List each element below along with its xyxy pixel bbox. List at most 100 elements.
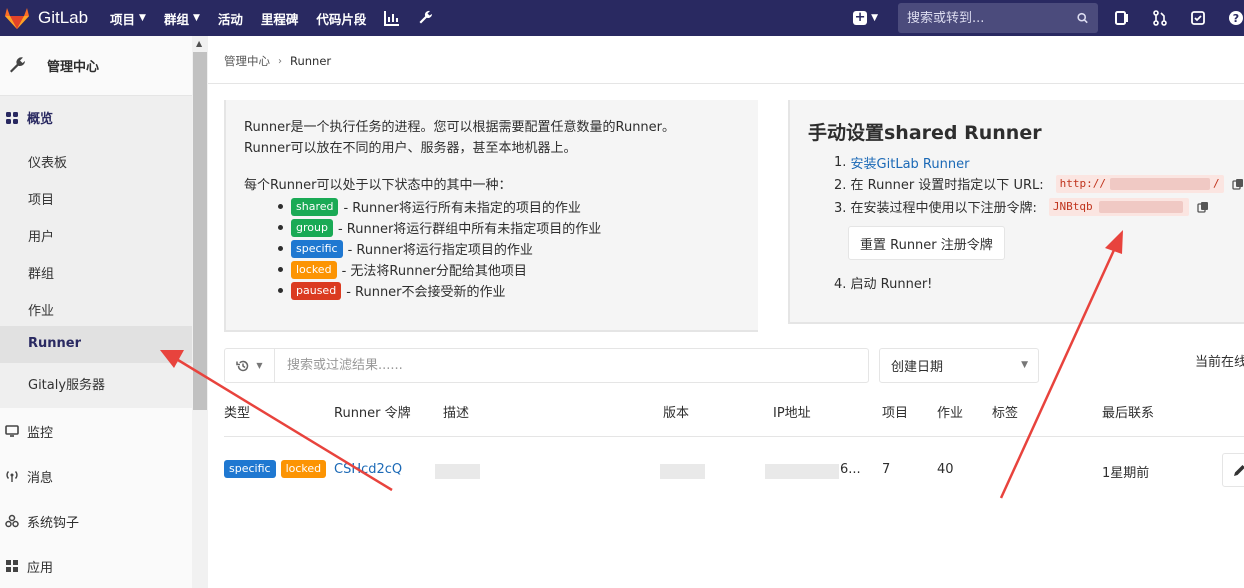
info-line-3: 每个Runner可以处于以下状态中的其中一种： <box>244 178 512 193</box>
setup-step-1: 1. 安装GitLab Runner <box>834 153 970 172</box>
setup-step-4: 4. 启动 Runner! <box>834 277 933 292</box>
nav-milestones[interactable]: 里程碑 <box>261 9 299 28</box>
registration-url[interactable]: http:// / <box>1055 174 1224 193</box>
history-icon <box>236 360 249 371</box>
todo-check-icon[interactable] <box>1190 10 1206 26</box>
tanuki-icon <box>5 8 29 29</box>
runner-ip-suffix: 6... <box>840 462 861 477</box>
list-item: locked - 无法将Runner分配给其他项目 <box>278 259 601 280</box>
chevron-down-icon: ▼ <box>256 361 263 370</box>
copy-icon[interactable] <box>1197 201 1209 213</box>
online-count-label: 当前在线 <box>1195 355 1244 370</box>
bullet <box>278 288 283 293</box>
scroll-up-icon[interactable]: ▲ <box>196 39 202 48</box>
breadcrumb: 管理中心 › Runner <box>224 53 331 69</box>
column-header-token: Runner 令牌 <box>334 406 411 421</box>
sidebar-active-highlight: Runner <box>0 326 192 363</box>
column-header-jobs: 作业 <box>937 406 964 421</box>
sidebar-item-dashboard[interactable]: 仪表板 <box>28 152 67 171</box>
bullet <box>278 267 283 272</box>
grid-icon <box>6 111 18 124</box>
redacted-ip <box>765 464 839 479</box>
bullet <box>278 246 283 251</box>
column-header-ip: IP地址 <box>773 406 811 421</box>
install-runner-link[interactable]: 安装GitLab Runner <box>851 153 970 172</box>
chevron-down-icon: ▼ <box>1021 360 1028 370</box>
chevron-down-icon: ▼ <box>871 13 878 23</box>
recent-searches-button[interactable]: ▼ <box>224 348 275 383</box>
runner-projects: 7 <box>882 462 891 477</box>
list-item: paused - Runner不会接受新的作业 <box>278 280 601 301</box>
runner-last-contact: 1星期前 <box>1102 466 1150 481</box>
bullet <box>278 204 283 209</box>
table-header-divider <box>224 436 1244 437</box>
plus-icon: + <box>853 10 868 25</box>
chevron-down-icon: ▼ <box>192 13 200 23</box>
badge-shared: shared <box>291 197 339 216</box>
redacted-description <box>435 464 480 479</box>
reset-token-button[interactable]: 重置 Runner 注册令牌 <box>848 226 1005 260</box>
sidebar-item-groups[interactable]: 群组 <box>28 263 54 282</box>
sidebar-item-gitaly[interactable]: Gitaly服务器 <box>28 374 105 393</box>
sidebar-item-projects[interactable]: 项目 <box>28 189 54 208</box>
apps-icon <box>6 560 18 572</box>
breadcrumb-current[interactable]: Runner <box>290 54 331 68</box>
global-search[interactable] <box>898 3 1098 33</box>
badge-group: group <box>291 218 333 237</box>
filter-input[interactable] <box>274 348 869 383</box>
search-input[interactable] <box>907 10 1077 26</box>
sidebar-scrollbar[interactable]: ▲ <box>192 36 208 588</box>
column-header-projects: 项目 <box>882 406 909 421</box>
sidebar-item-monitoring[interactable]: 监控 <box>0 420 192 442</box>
column-header-description: 描述 <box>443 406 470 421</box>
sidebar-item-overview[interactable]: 概览 <box>0 108 53 127</box>
pencil-icon <box>1234 465 1244 476</box>
copy-icon[interactable] <box>1231 178 1244 190</box>
top-navbar: GitLab 项目▼ 群组▼ 活动 里程碑 代码片段 + ▼ ? <box>0 0 1244 36</box>
runner-info-panel: Runner是一个执行任务的进程。您可以根据需要配置任意数量的Runner。 R… <box>224 100 758 332</box>
registration-token[interactable]: JNBtqb <box>1048 197 1189 216</box>
gitlab-logo[interactable]: GitLab <box>0 6 110 30</box>
badge-locked: locked <box>291 260 337 279</box>
monitor-icon <box>5 425 19 437</box>
sidebar-item-messages[interactable]: 消息 <box>0 465 192 487</box>
badge-paused: paused <box>291 281 342 300</box>
merge-request-icon[interactable] <box>1152 10 1168 26</box>
runner-jobs: 40 <box>937 462 954 477</box>
sidebar-item-users[interactable]: 用户 <box>28 226 54 245</box>
sidebar-header[interactable]: 管理中心 <box>0 36 192 96</box>
breadcrumb-divider <box>208 83 1244 84</box>
manual-setup-panel: 手动设置shared Runner 1. 安装GitLab Runner 2. … <box>788 100 1244 324</box>
bullet <box>278 225 283 230</box>
edit-runner-button[interactable] <box>1222 453 1244 487</box>
nav-admin-link[interactable] <box>418 10 434 26</box>
sort-dropdown[interactable]: 创建日期 ▼ <box>879 348 1039 383</box>
nav-groups[interactable]: 群组 ▼ <box>164 9 200 28</box>
column-header-last-contact: 最后联系 <box>1102 406 1155 421</box>
sidebar-item-system-hooks[interactable]: 系统钩子 <box>0 510 192 532</box>
manual-setup-title: 手动设置shared Runner <box>808 122 1042 144</box>
sidebar-item-applications[interactable]: 应用 <box>0 555 192 577</box>
help-icon[interactable]: ? <box>1228 10 1244 26</box>
column-header-version: 版本 <box>663 406 690 421</box>
redacted-version <box>660 464 705 479</box>
new-dropdown[interactable]: + ▼ <box>853 11 878 25</box>
breadcrumb-parent[interactable]: 管理中心 <box>224 53 270 69</box>
info-line-2: Runner可以放在不同的用户、服务器，甚至本地机器上。 <box>244 141 577 156</box>
sidebar-toggle-icon[interactable] <box>1114 10 1130 26</box>
setup-step-3: 3. 在安装过程中使用以下注册令牌: JNBtqb <box>834 197 1209 216</box>
nav-chart-link[interactable] <box>384 10 400 26</box>
runner-token-link[interactable]: CSHcd2cQ <box>334 462 402 477</box>
nav-snippets[interactable]: 代码片段 <box>316 9 366 28</box>
hook-icon <box>5 514 19 528</box>
nav-projects[interactable]: 项目 ▼ <box>110 9 146 28</box>
sidebar-item-jobs[interactable]: 作业 <box>28 300 54 319</box>
scrollbar-thumb[interactable] <box>193 52 207 410</box>
chart-icon <box>384 11 400 26</box>
svg-text:?: ? <box>1233 12 1239 25</box>
sidebar-title: 管理中心 <box>47 60 100 75</box>
column-header-type: 类型 <box>224 406 251 421</box>
badge-locked: locked <box>280 460 327 478</box>
runner-state-list: shared - Runner将运行所有未指定的项目的作业 group - Runn… <box>278 196 601 301</box>
nav-activity[interactable]: 活动 <box>218 9 243 28</box>
